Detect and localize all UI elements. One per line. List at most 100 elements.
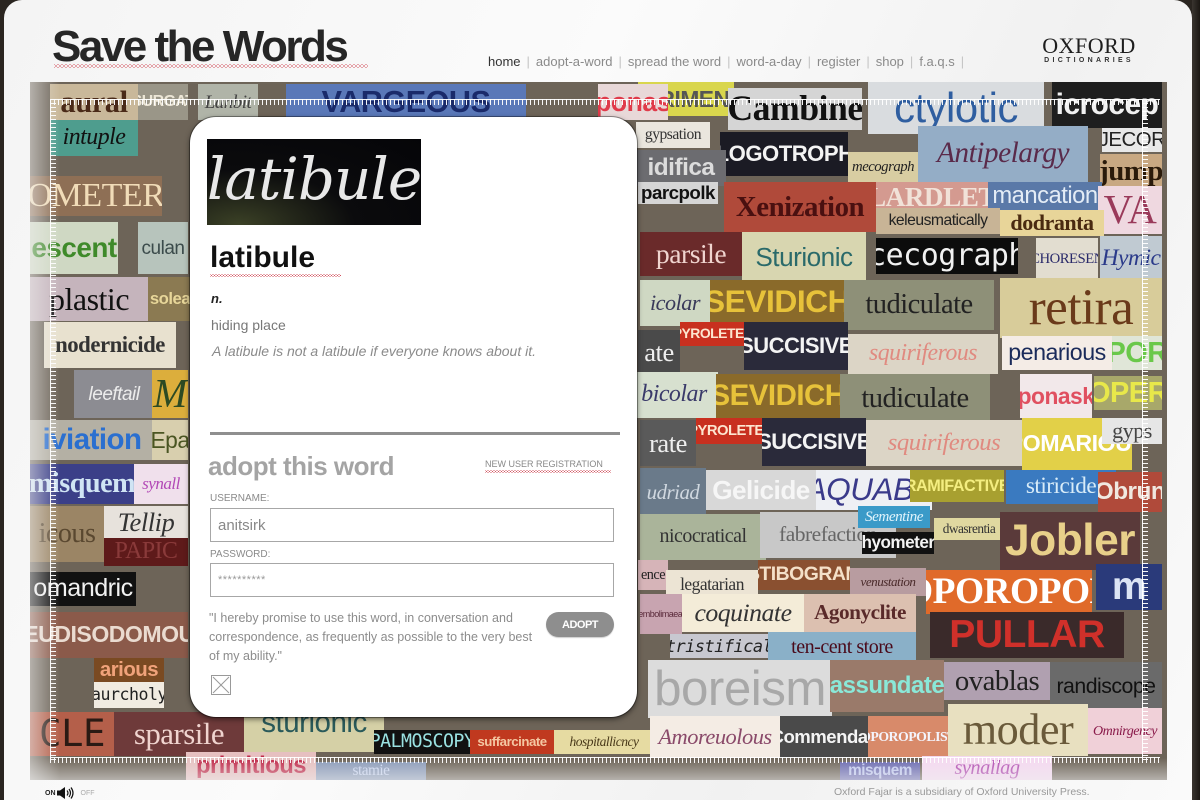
collage-word-tile[interactable]: Sementine — [858, 506, 930, 528]
collage-word-tile[interactable]: Gelicide — [706, 470, 816, 510]
new-user-registration-link[interactable]: NEW USER REGISTRATION — [485, 459, 603, 469]
collage-word-tile[interactable]: OPOROPOLIST — [868, 716, 948, 758]
collage-word-tile[interactable]: tudiculate — [844, 280, 994, 330]
sound-on-label[interactable]: ON — [45, 790, 56, 797]
sound-toggle[interactable]: ON OFF — [45, 786, 95, 800]
collage-word-tile[interactable]: ALOGOTROPHY — [720, 132, 848, 176]
collage-word-tile[interactable]: Amoreuolous — [650, 716, 780, 758]
collage-word-tile[interactable]: Hymic — [1100, 236, 1162, 282]
collage-word-tile[interactable]: boreism — [648, 660, 832, 718]
collage-word-tile[interactable]: PULLAR — [930, 612, 1124, 658]
collage-word-tile[interactable]: aurcholy — [94, 682, 164, 708]
collage-word-tile[interactable]: M — [152, 370, 188, 418]
adopt-button[interactable]: ADOPT — [546, 612, 614, 637]
collage-word-tile[interactable]: squiriferous — [866, 420, 1022, 466]
collage-word-tile[interactable]: OPOROPOL — [926, 570, 1092, 614]
collage-word-tile[interactable]: Obrun — [1098, 472, 1162, 512]
collage-word-tile[interactable]: SEVIDICH — [716, 374, 840, 418]
collage-word-tile[interactable]: ence — [638, 560, 668, 590]
collage-word-tile[interactable]: bicolar — [630, 372, 718, 418]
collage-word-tile[interactable]: parsile — [640, 232, 742, 276]
collage-word-tile[interactable]: nicocratical — [640, 514, 766, 560]
nav-spread-the-word[interactable]: spread the word — [628, 54, 721, 69]
collage-word-tile[interactable]: Xenization — [724, 182, 876, 232]
collage-word-tile[interactable]: solea — [148, 277, 192, 321]
nav-adopt-a-word[interactable]: adopt-a-word — [536, 54, 613, 69]
oxford-dictionaries-logo[interactable]: OXFORD DICTIONARIES — [1033, 33, 1145, 64]
collage-word-tile[interactable]: OPER — [1094, 376, 1162, 410]
collage-word-tile[interactable]: STIBOGRAM — [758, 560, 850, 590]
collage-word-tile[interactable]: arious — [94, 658, 164, 682]
nav-word-a-day[interactable]: word-a-day — [737, 54, 802, 69]
collage-word-tile[interactable]: Jobler — [1000, 512, 1140, 570]
collage-word-tile[interactable]: parcpolk — [638, 182, 718, 204]
nav-shop[interactable]: shop — [876, 54, 904, 69]
collage-word-tile[interactable]: coquinate — [682, 594, 804, 632]
collage-word-tile[interactable]: SUCCISIVE — [762, 418, 866, 466]
collage-word-tile[interactable]: hyometer — [862, 532, 934, 554]
collage-word-tile[interactable]: squiriferous — [848, 334, 998, 374]
collage-word-tile[interactable]: POR — [1112, 336, 1162, 370]
collage-word-tile[interactable]: gypsation — [636, 122, 710, 148]
collage-word-tile[interactable]: tudiculate — [840, 374, 990, 424]
collage-word-tile[interactable]: ten-cent store — [768, 632, 916, 662]
collage-word-tile[interactable]: CHORESEN — [1036, 238, 1098, 280]
collage-word-tile[interactable]: SEVIDICH — [710, 280, 844, 324]
collage-word-tile[interactable]: venustation — [850, 568, 926, 596]
collage-word-tile[interactable]: intuple — [50, 120, 138, 156]
collage-word-tile[interactable]: Omnirgency — [1088, 708, 1162, 754]
collage-word-tile[interactable]: assundate — [830, 660, 944, 712]
collage-word-tile[interactable]: dodranta — [1000, 210, 1104, 236]
collage-word-tile[interactable]: hospitallicncy — [554, 730, 654, 754]
collage-word-tile[interactable]: ponask — [1020, 374, 1092, 418]
collage-word-tile[interactable]: dwasrentia — [934, 518, 1004, 540]
pledge-checkbox[interactable] — [211, 675, 231, 695]
username-input[interactable] — [210, 508, 614, 542]
password-input[interactable] — [210, 563, 614, 597]
collage-word-tile[interactable]: sparsile — [114, 712, 244, 756]
collage-word-tile[interactable]: keleusmatically — [876, 208, 1000, 234]
sound-off-label[interactable]: OFF — [81, 790, 95, 797]
collage-word-tile[interactable]: synall — [134, 464, 188, 504]
speaker-icon[interactable] — [56, 786, 78, 800]
collage-word-tile[interactable]: PALMOSCOPY — [374, 730, 470, 754]
collage-word-tile[interactable]: m — [1096, 564, 1162, 610]
collage-word-tile[interactable]: penarious — [1002, 336, 1112, 370]
collage-word-tile[interactable]: cecograph — [876, 238, 1018, 274]
collage-word-tile[interactable]: Cambine — [728, 88, 862, 130]
collage-word-tile[interactable]: PYROLETER — [696, 418, 766, 444]
collage-word-tile[interactable]: VA — [1098, 186, 1162, 234]
collage-word-tile[interactable]: leeftail — [74, 370, 154, 418]
nav-register[interactable]: register — [817, 54, 860, 69]
collage-word-tile[interactable]: JECOR — [1102, 128, 1162, 152]
collage-word-tile[interactable]: ovablas — [944, 662, 1050, 700]
collage-word-tile[interactable]: ate — [638, 330, 680, 374]
collage-word-tile[interactable]: culan — [138, 222, 188, 274]
collage-word-tile[interactable]: Antipelargy — [918, 126, 1088, 182]
collage-word-tile[interactable]: idifica — [636, 150, 726, 186]
collage-word-tile[interactable]: tristifical — [670, 634, 768, 658]
collage-word-tile[interactable]: RAMIFACTIVE — [910, 470, 1004, 502]
collage-word-tile[interactable]: Tellip — [104, 506, 188, 538]
collage-word-tile[interactable]: embolimaeal — [640, 594, 682, 634]
collage-word-tile[interactable]: PAPIC — [104, 538, 188, 566]
collage-word-tile[interactable]: icolar — [640, 280, 710, 326]
collage-word-tile[interactable]: Agonyclite — [804, 594, 916, 632]
collage-word-tile[interactable]: gyps — [1102, 418, 1162, 444]
collage-word-tile[interactable]: retira — [1000, 278, 1162, 338]
collage-word-tile[interactable]: moder — [948, 704, 1088, 756]
collage-word-tile[interactable]: PYROLETER — [680, 322, 746, 346]
collage-word-tile[interactable]: nodernicide — [44, 322, 176, 368]
collage-word-tile[interactable]: jump — [1100, 154, 1162, 188]
collage-word-tile[interactable]: rate — [640, 420, 696, 466]
collage-word-tile[interactable]: Commendas — [780, 716, 868, 758]
collage-word-tile[interactable]: SUCCISIVE — [744, 322, 848, 370]
collage-word-tile[interactable]: mecograph — [848, 152, 918, 182]
collage-word-tile[interactable]: mancation — [988, 182, 1102, 210]
collage-word-tile[interactable]: Epa — [152, 420, 188, 460]
collage-word-tile[interactable]: Sturionic — [742, 232, 866, 282]
collage-word-tile[interactable]: suffarcinate — [470, 730, 554, 754]
nav-home[interactable]: home — [488, 54, 521, 69]
nav-faqs[interactable]: f.a.q.s — [919, 54, 954, 69]
collage-word-tile[interactable]: udriad — [640, 468, 706, 516]
